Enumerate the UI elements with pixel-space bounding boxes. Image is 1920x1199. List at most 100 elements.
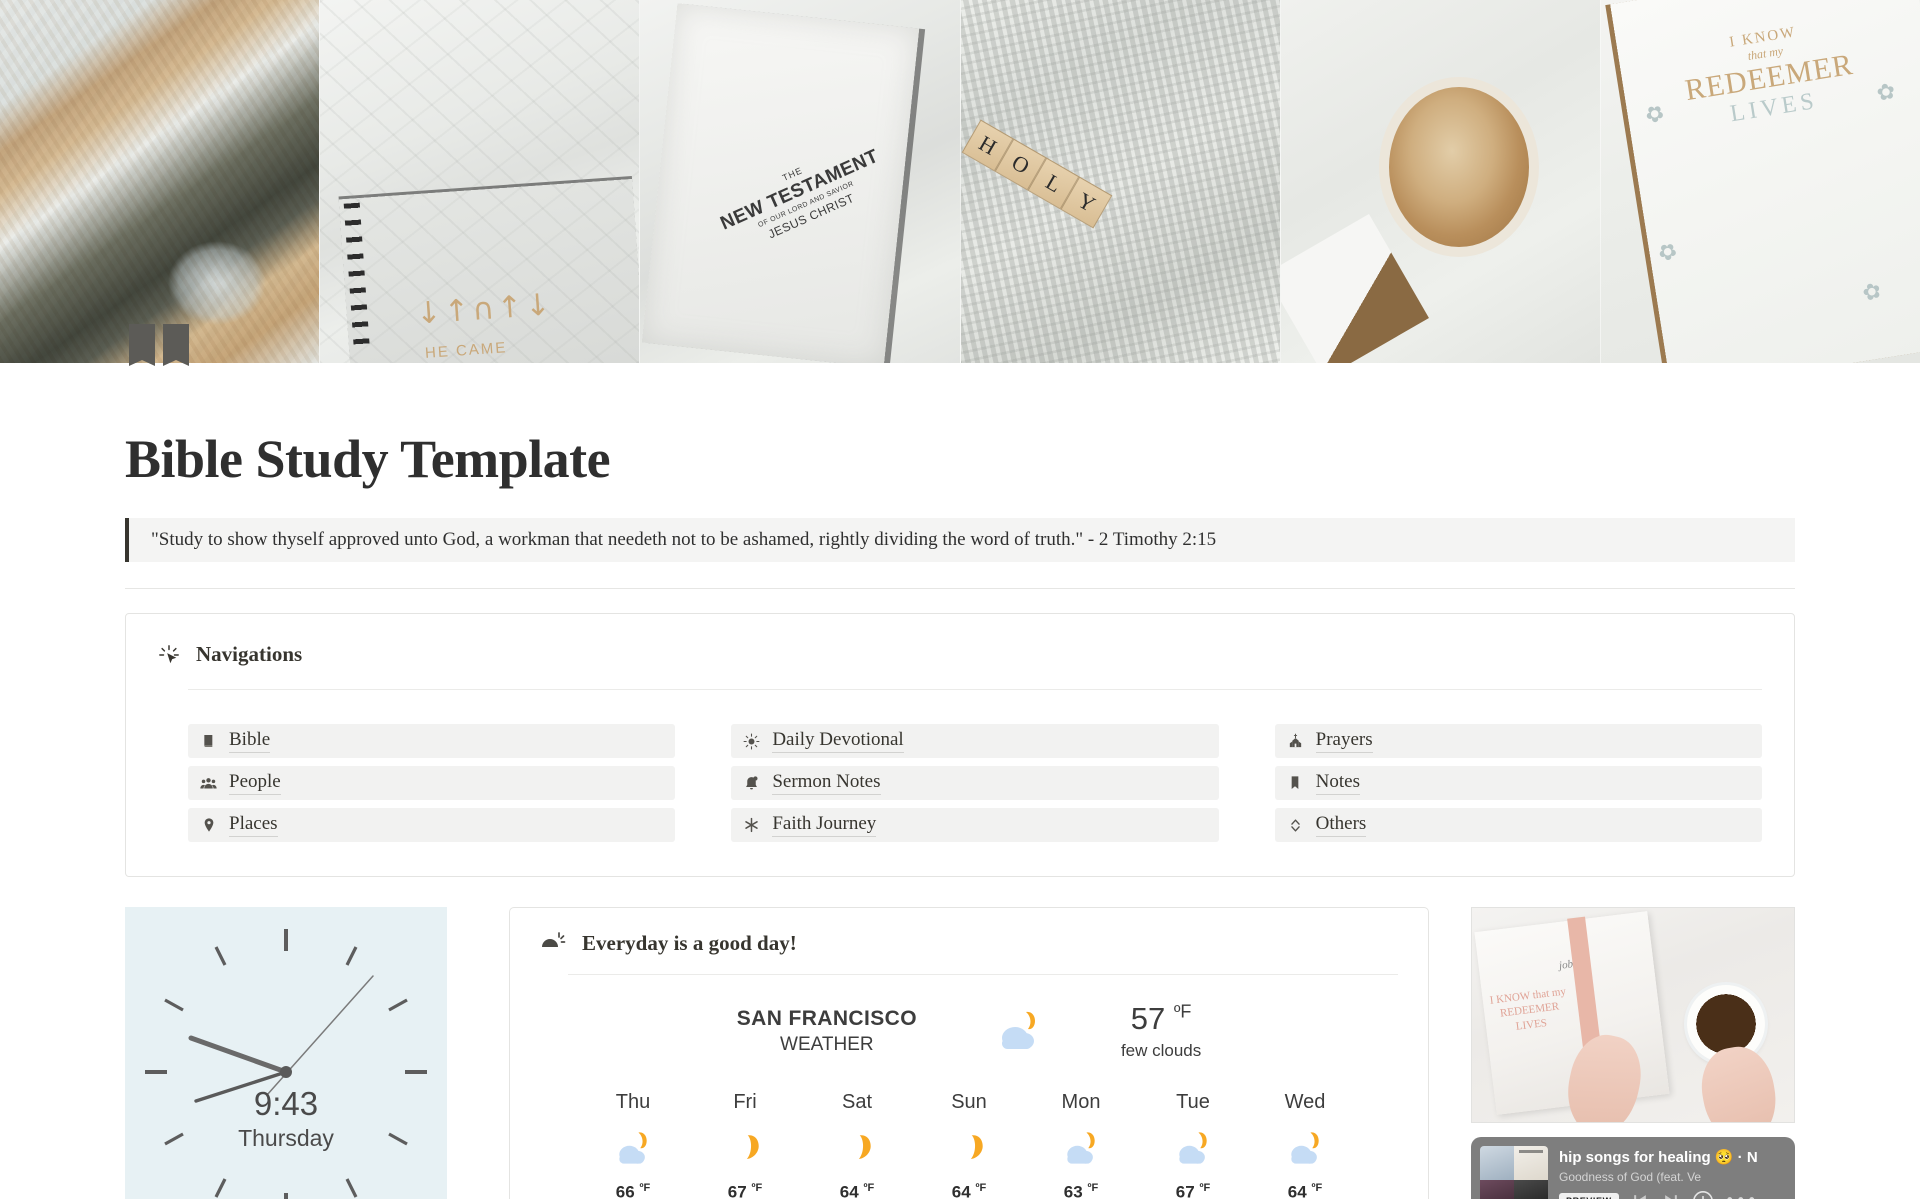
music-info: hip songs for healing 🥺 · N Goodness of … [1559, 1148, 1786, 1199]
forecast-day-label: Mon [1061, 1091, 1101, 1113]
forecast-day: Thu 66 ºF 57 ºF [600, 1091, 666, 1199]
new-testament-title: THE NEW TESTAMENT OF OUR LORD AND SAVIOR… [712, 135, 892, 258]
banner-photo-6: ✿ ✿ ✿ ✿ I KNOW that my REDEEMER LIVES [1599, 0, 1920, 363]
forecast-high: 67 [1175, 1182, 1195, 1199]
clock-widget: 9:43 Thursday [125, 907, 447, 1199]
forecast-day: Fri 67 ºF 58 ºF [712, 1091, 778, 1199]
clock-day: Thursday [238, 1125, 334, 1151]
notebook-label: HE CAME [424, 339, 509, 363]
forecast-high: 64 [1287, 1182, 1307, 1199]
weather-title: Everyday is a good day! [582, 930, 797, 955]
navigations-header: Navigations [158, 642, 1762, 667]
clear-icon [712, 1126, 778, 1172]
forecast-day: Sat 64 ºF 58 ºF [824, 1091, 890, 1199]
nav-item-notes[interactable]: Notes [1274, 766, 1762, 800]
weather-location: SAN FRANCISCO WEATHER [737, 1007, 917, 1056]
forecast-high: 64 [839, 1182, 859, 1199]
forecast-day-label: Sat [841, 1091, 873, 1113]
navigations-grid: Bible Daily Devotional Prayers People Se… [188, 724, 1762, 842]
weather-subtitle: WEATHER [780, 1033, 874, 1055]
page-cover-banner: ↓↑∩↑↓ HE CAME THE NEW TESTAMENT OF OUR L… [0, 0, 1920, 363]
weather-rule [568, 974, 1398, 975]
leaf-icon: ✿ [1639, 98, 1670, 130]
forecast-day: Sun 64 ºF 58 ºF [936, 1091, 1002, 1199]
leaf-icon: ✿ [1869, 78, 1901, 107]
nav-item-others[interactable]: Others [1274, 808, 1762, 842]
clock-minute-hand [188, 1035, 289, 1075]
nav-item-places[interactable]: Places [188, 808, 676, 842]
nav-item-label: Daily Devotional [772, 729, 904, 753]
book-icon [200, 733, 217, 750]
banner-photo-1 [0, 0, 320, 363]
scrabble-tiles: H O L Y [961, 119, 1113, 229]
clear-icon [936, 1126, 1002, 1172]
bell-icon [743, 775, 760, 792]
weather-current: SAN FRANCISCO WEATHER 57 ºF few clouds [540, 1001, 1398, 1061]
navigations-card: Navigations Bible Daily Devotional Praye… [125, 613, 1795, 877]
forecast-high: 63 [1063, 1182, 1083, 1199]
current-temp-unit: ºF [1173, 1001, 1192, 1022]
forecast-day-label: Fri [733, 1091, 757, 1113]
church-icon [1287, 733, 1304, 750]
nav-item-daily-devotional[interactable]: Daily Devotional [731, 724, 1219, 758]
partly-cloudy-icon [1048, 1126, 1114, 1172]
forecast-unit: ºF [751, 1182, 763, 1194]
forecast-day: Tue 67 ºF 57 ºF [1160, 1091, 1226, 1199]
preview-button[interactable]: PREVIEW [1559, 1193, 1619, 1199]
map-pin-icon [200, 817, 217, 834]
notebook-spiral [343, 202, 371, 357]
forecast-day: Wed 64 ºF 56 ºF [1272, 1091, 1338, 1199]
weather-forecast: Thu 66 ºF 57 ºF Fri 67 ºF 58 ºF [540, 1091, 1398, 1199]
music-controls: PREVIEW ••• [1559, 1190, 1786, 1199]
forecast-day: Mon 63 ºF 57 ºF [1048, 1091, 1114, 1199]
forecast-unit: ºF [639, 1182, 651, 1194]
previous-track-icon[interactable] [1630, 1191, 1650, 1199]
nav-item-label: Bible [229, 729, 271, 753]
add-icon[interactable] [1692, 1190, 1714, 1199]
click-sparkle-icon [159, 644, 179, 663]
page-content: Bible Study Template "Study to show thys… [0, 428, 1920, 1199]
track-title: Goodness of God (feat. Ve [1559, 1170, 1702, 1184]
navigations-rule [188, 689, 1762, 690]
notebook-arrows: ↓↑∩↑↓ [414, 286, 555, 332]
forecast-day-label: Sun [951, 1091, 987, 1113]
widgets-row: 9:43 Thursday Everyday is a good day! SA… [125, 907, 1795, 1199]
weather-temperature: 57 ºF few clouds [1121, 1001, 1201, 1061]
forecast-day-label: Wed [1284, 1091, 1326, 1113]
leaf-icon: ✿ [1653, 236, 1682, 268]
people-group-icon [200, 775, 217, 792]
journal-photo-widget: job I KNOW that my REDEEMER LIVES [1471, 907, 1795, 1123]
music-player-widget[interactable]: hip songs for healing 🥺 · N Goodness of … [1471, 1137, 1795, 1199]
asterisk-icon [743, 817, 760, 834]
banner-photo-2: ↓↑∩↑↓ HE CAME [319, 0, 640, 363]
current-temp-value: 57 [1130, 1001, 1166, 1036]
nav-item-sermon-notes[interactable]: Sermon Notes [731, 766, 1219, 800]
page-body: Bible Study Template "Study to show thys… [0, 428, 1920, 1199]
weather-city: SAN FRANCISCO [736, 1006, 917, 1030]
banner-photo-4: H O L Y [959, 0, 1280, 363]
nav-item-faith-journey[interactable]: Faith Journey [731, 808, 1219, 842]
nav-item-bible[interactable]: Bible [188, 724, 676, 758]
journal-page-label: job [1558, 958, 1574, 973]
forecast-unit: ºF [1087, 1182, 1099, 1194]
nav-item-label: People [229, 771, 281, 795]
navigations-title: Navigations [196, 642, 303, 666]
partly-cloudy-icon [1160, 1126, 1226, 1172]
nav-item-people[interactable]: People [188, 766, 676, 800]
album-art [1480, 1146, 1548, 1199]
forecast-high: 67 [727, 1182, 747, 1199]
forecast-unit: ºF [863, 1182, 875, 1194]
sunrise-icon [542, 932, 566, 947]
scripture-quote: "Study to show thyself approved unto God… [125, 518, 1795, 562]
forecast-high: 66 [615, 1182, 635, 1199]
nav-item-label: Faith Journey [772, 813, 877, 837]
nav-item-label: Sermon Notes [772, 771, 881, 795]
partly-cloudy-icon [600, 1126, 666, 1172]
next-track-icon[interactable] [1661, 1191, 1681, 1199]
open-book-icon[interactable] [125, 322, 195, 382]
clock-face [145, 929, 427, 1199]
nav-item-prayers[interactable]: Prayers [1274, 724, 1762, 758]
forecast-unit: ºF [975, 1182, 987, 1194]
clock-second-hand [266, 975, 374, 1096]
page-title: Bible Study Template [125, 429, 611, 489]
